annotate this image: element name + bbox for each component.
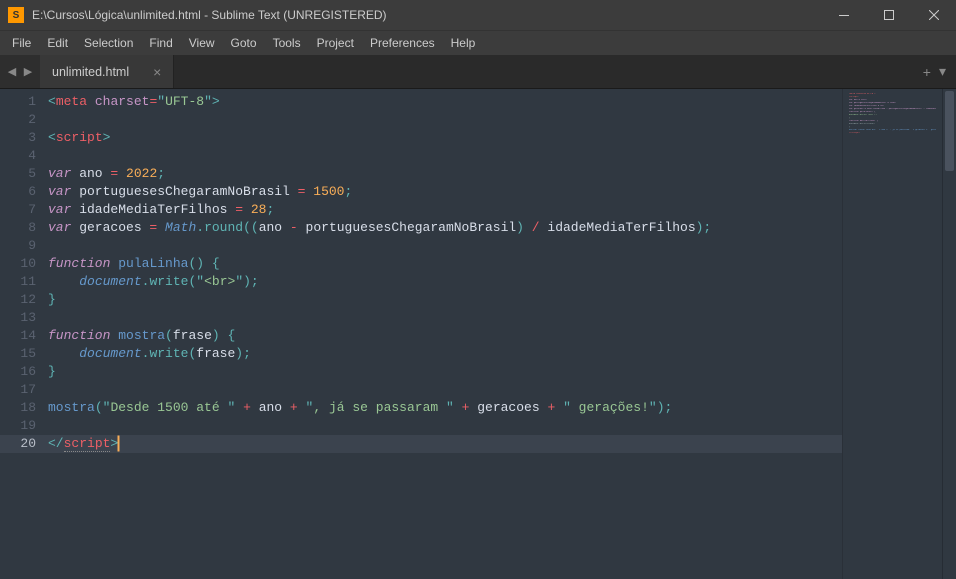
gutter: 1234567891011121314151617181920: [0, 89, 48, 579]
tabbar-controls: + ▾: [913, 55, 956, 88]
code-line: [48, 417, 842, 435]
menu-selection[interactable]: Selection: [76, 33, 141, 53]
maximize-icon: [884, 10, 894, 20]
code-line: <meta charset="UFT-8">: [48, 93, 842, 111]
tab-close-icon[interactable]: ×: [153, 64, 161, 80]
line-number: 18: [0, 399, 36, 417]
menu-goto[interactable]: Goto: [223, 33, 265, 53]
scrollbar-thumb[interactable]: [945, 91, 954, 171]
menu-project[interactable]: Project: [309, 33, 362, 53]
code-line: var ano = 2022;: [48, 165, 842, 183]
tab-label: unlimited.html: [52, 65, 129, 79]
line-number: 9: [0, 237, 36, 255]
code-line: </script>: [48, 435, 842, 453]
minimap[interactable]: <meta charset="UFT-8"><script>var ano = …: [842, 89, 942, 579]
line-number: 10: [0, 255, 36, 273]
nav-forward-icon[interactable]: ▶: [20, 64, 36, 80]
code-line: document.write(frase);: [48, 345, 842, 363]
cursor: [118, 436, 119, 451]
line-number: 6: [0, 183, 36, 201]
line-number: 7: [0, 201, 36, 219]
code-line: var portuguesesChegaramNoBrasil = 1500;: [48, 183, 842, 201]
code-line: var geracoes = Math.round((ano - portugu…: [48, 219, 842, 237]
minimize-button[interactable]: [821, 0, 866, 30]
scrollbar[interactable]: [942, 89, 956, 579]
tabbar: ◀ ▶ unlimited.html × + ▾: [0, 55, 956, 89]
menu-view[interactable]: View: [181, 33, 223, 53]
tab-dropdown-icon[interactable]: ▾: [939, 63, 946, 80]
window-title: E:\Cursos\Lógica\unlimited.html - Sublim…: [32, 8, 821, 22]
maximize-button[interactable]: [866, 0, 911, 30]
line-number: 1: [0, 93, 36, 111]
line-number: 5: [0, 165, 36, 183]
line-number: 15: [0, 345, 36, 363]
menu-file[interactable]: File: [4, 33, 39, 53]
menubar: FileEditSelectionFindViewGotoToolsProjec…: [0, 30, 956, 55]
tab-active[interactable]: unlimited.html ×: [40, 55, 174, 88]
line-number: 4: [0, 147, 36, 165]
tabbar-spacer: [174, 55, 912, 88]
close-icon: [929, 10, 939, 20]
code-line: var idadeMediaTerFilhos = 28;: [48, 201, 842, 219]
nav-back-icon[interactable]: ◀: [4, 64, 20, 80]
code-line: [48, 381, 842, 399]
code-line: }: [48, 291, 842, 309]
code-line: [48, 147, 842, 165]
line-number: 12: [0, 291, 36, 309]
new-tab-icon[interactable]: +: [923, 64, 931, 80]
editor: 1234567891011121314151617181920 <meta ch…: [0, 89, 956, 579]
line-number: 8: [0, 219, 36, 237]
code-line: function mostra(frase) {: [48, 327, 842, 345]
minimize-icon: [839, 15, 849, 16]
line-number: 11: [0, 273, 36, 291]
line-number: 20: [0, 435, 48, 453]
menu-find[interactable]: Find: [141, 33, 180, 53]
line-number: 14: [0, 327, 36, 345]
menu-preferences[interactable]: Preferences: [362, 33, 443, 53]
code-line: function pulaLinha() {: [48, 255, 842, 273]
code-area[interactable]: <meta charset="UFT-8"> <script> var ano = …: [48, 89, 842, 579]
titlebar: S E:\Cursos\Lógica\unlimited.html - Subl…: [0, 0, 956, 30]
tab-history-nav: ◀ ▶: [0, 55, 40, 88]
line-number: 13: [0, 309, 36, 327]
code-line: [48, 309, 842, 327]
app-icon: S: [8, 7, 24, 23]
line-number: 3: [0, 129, 36, 147]
code-line: }: [48, 363, 842, 381]
code-line: [48, 237, 842, 255]
code-line: <script>: [48, 129, 842, 147]
line-number: 17: [0, 381, 36, 399]
code-line: mostra("Desde 1500 até " + ano + ", já s…: [48, 399, 842, 417]
menu-tools[interactable]: Tools: [265, 33, 309, 53]
window-controls: [821, 0, 956, 30]
code-line: document.write("<br>");: [48, 273, 842, 291]
line-number: 16: [0, 363, 36, 381]
code-line: [48, 111, 842, 129]
line-number: 2: [0, 111, 36, 129]
close-button[interactable]: [911, 0, 956, 30]
menu-help[interactable]: Help: [443, 33, 484, 53]
line-number: 19: [0, 417, 36, 435]
menu-edit[interactable]: Edit: [39, 33, 76, 53]
